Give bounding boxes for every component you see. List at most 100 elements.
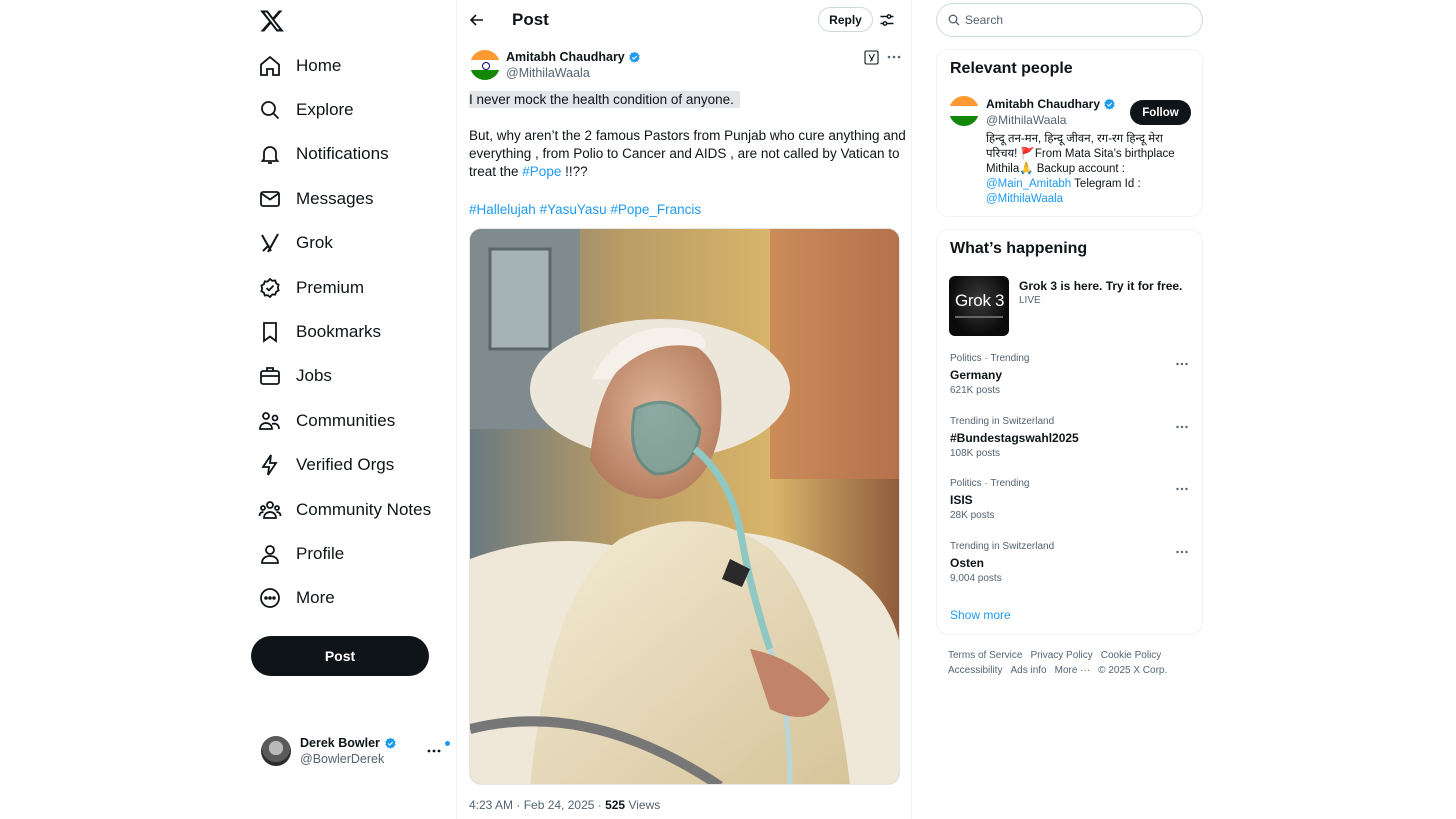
hashtag-link[interactable]: #YasuYasu — [540, 202, 607, 217]
trend-context: Politics · Trending — [950, 478, 1030, 489]
author-handle[interactable]: @MithilaWaala — [506, 66, 590, 80]
nav-label: Notifications — [296, 144, 389, 163]
trend-context: Politics · Trending — [950, 353, 1030, 364]
footer-link[interactable]: Terms of Service — [948, 648, 1022, 663]
trend-title: #Bundestagswahl2025 — [950, 431, 1079, 445]
relevant-handle[interactable]: @MithilaWaala — [986, 113, 1066, 127]
hashtag-link[interactable]: #Hallelujah — [469, 202, 536, 217]
footer-links: Terms of Service Privacy Policy Cookie Pol… — [948, 648, 1198, 678]
trend-context: Trending in Switzerland — [950, 416, 1055, 427]
nav-label: Community Notes — [296, 500, 432, 519]
premium-icon — [258, 276, 282, 300]
trend-item[interactable]: Trending in Switzerland #Bundestagswahl2… — [950, 416, 1195, 468]
nav-label: Home — [296, 56, 342, 75]
relevant-avatar[interactable] — [949, 96, 979, 126]
more-horizontal-icon[interactable] — [426, 743, 442, 759]
communities-icon — [258, 409, 282, 433]
section-heading: What’s happening — [950, 240, 1088, 257]
trend-item[interactable]: Trending in Switzerland Osten 9,004 post… — [950, 541, 1195, 593]
nav-item-home[interactable]: Home — [258, 46, 341, 86]
nav-label: Bookmarks — [296, 322, 382, 341]
tune-settings-icon[interactable] — [879, 12, 895, 28]
author-name-row[interactable]: Amitabh Chaudhary — [506, 50, 641, 64]
grok-promo-thumbnail[interactable]: Grok 3 — [949, 276, 1009, 336]
nav-item-bookmarks[interactable]: Bookmarks — [258, 312, 381, 352]
search-box[interactable] — [936, 3, 1203, 37]
page-title: Post — [512, 10, 549, 29]
post-text-line1: I never mock the health condition of any… — [469, 91, 909, 109]
footer-link[interactable]: Privacy Policy — [1030, 648, 1092, 663]
nav-item-profile[interactable]: Profile — [258, 534, 344, 574]
nav-label: Jobs — [296, 366, 332, 385]
relevant-bio: हिन्दू तन-मन, हिन्दू जीवन, रग-रग हिन्दू … — [986, 132, 1191, 207]
follow-button[interactable]: Follow — [1130, 100, 1191, 125]
hashtag-link[interactable]: #Pope — [522, 164, 561, 179]
grok-explain-icon[interactable] — [864, 50, 880, 65]
footer-link[interactable]: Accessibility — [948, 663, 1002, 678]
trend-item[interactable]: Politics · Trending ISIS 28K posts — [950, 478, 1195, 530]
post-timestamp[interactable]: 4:23 AM · Feb 24, 2025 · — [469, 798, 605, 812]
author-name[interactable]: Amitabh Chaudhary — [506, 50, 625, 64]
nav-item-communities[interactable]: Communities — [258, 401, 395, 441]
nav-item-explore[interactable]: Explore — [258, 90, 354, 130]
bio-text: Telegram Id : — [1071, 178, 1141, 190]
search-input[interactable] — [965, 13, 1185, 27]
nav-item-grok[interactable]: Grok — [258, 223, 333, 263]
account-name-row: Derek Bowler — [300, 736, 397, 750]
account-switcher[interactable]: Derek Bowler @BowlerDerek — [260, 731, 450, 771]
briefcase-icon — [258, 364, 282, 388]
more-horizontal-icon[interactable] — [1175, 357, 1189, 371]
more-horizontal-icon[interactable] — [1175, 420, 1189, 434]
search-icon — [948, 14, 960, 26]
bookmark-icon — [258, 320, 282, 344]
copyright: © 2025 X Corp. — [1098, 665, 1168, 676]
bell-icon — [258, 142, 282, 166]
nav-item-premium[interactable]: Premium — [258, 268, 364, 308]
reply-button[interactable]: Reply — [818, 7, 873, 32]
more-horizontal-icon[interactable] — [1175, 482, 1189, 496]
nav-item-messages[interactable]: Messages — [258, 179, 373, 219]
footer-link[interactable]: Ads info — [1010, 663, 1046, 678]
community-notes-icon — [258, 498, 282, 522]
section-heading: Relevant people — [950, 60, 1073, 77]
bio-link[interactable]: @Main_Amitabh — [986, 178, 1071, 190]
unread-dot — [445, 741, 450, 746]
views-label: Views — [625, 798, 661, 812]
footer-link[interactable]: More ··· — [1055, 663, 1091, 678]
verified-badge-icon — [1103, 98, 1116, 111]
show-more-link[interactable]: Show more — [950, 608, 1011, 622]
more-horizontal-icon[interactable] — [886, 49, 902, 65]
relevant-name[interactable]: Amitabh Chaudhary — [986, 97, 1100, 111]
hashtag-link[interactable]: #Pope_Francis — [610, 202, 701, 217]
relevant-name-row[interactable]: Amitabh Chaudhary — [986, 97, 1116, 111]
more-horizontal-icon[interactable] — [1175, 545, 1189, 559]
bio-text: हिन्दू तन-मन, हिन्दू जीवन, रग-रग हिन्दू … — [986, 133, 1175, 175]
nav-item-verified-orgs[interactable]: Verified Orgs — [258, 445, 394, 485]
author-avatar[interactable] — [470, 50, 500, 80]
views-count: 525 — [605, 798, 626, 812]
account-name: Derek Bowler — [300, 736, 380, 750]
post-button[interactable]: Post — [251, 636, 429, 676]
promo-title[interactable]: Grok 3 is here. Try it for free. — [1019, 279, 1182, 293]
nav-label: Grok — [296, 233, 333, 252]
envelope-icon — [258, 187, 282, 211]
nav-label: Profile — [296, 544, 345, 563]
x-logo-icon[interactable] — [259, 8, 285, 34]
trend-posts: 9,004 posts — [950, 573, 1002, 584]
trend-item[interactable]: Politics · Trending Germany 621K posts — [950, 353, 1195, 405]
footer-link[interactable]: Cookie Policy — [1101, 648, 1162, 663]
more-circle-icon — [258, 586, 282, 610]
back-arrow-icon[interactable] — [469, 12, 485, 28]
grok-icon — [258, 231, 282, 255]
nav-item-community-notes[interactable]: Community Notes — [258, 490, 431, 530]
nav-item-jobs[interactable]: Jobs — [258, 356, 332, 396]
post-image[interactable] — [469, 228, 900, 785]
promo-live-badge: LIVE — [1019, 295, 1041, 306]
nav-label: Messages — [296, 189, 374, 208]
lightning-icon — [258, 453, 282, 477]
nav-item-notifications[interactable]: Notifications — [258, 134, 389, 174]
verified-badge-icon — [628, 51, 641, 64]
bio-link[interactable]: @MithilaWaala — [986, 193, 1063, 205]
post-column: Post Reply Amitabh Chaudhary @MithilaWaa… — [456, 0, 912, 819]
nav-item-more[interactable]: More — [258, 578, 335, 618]
